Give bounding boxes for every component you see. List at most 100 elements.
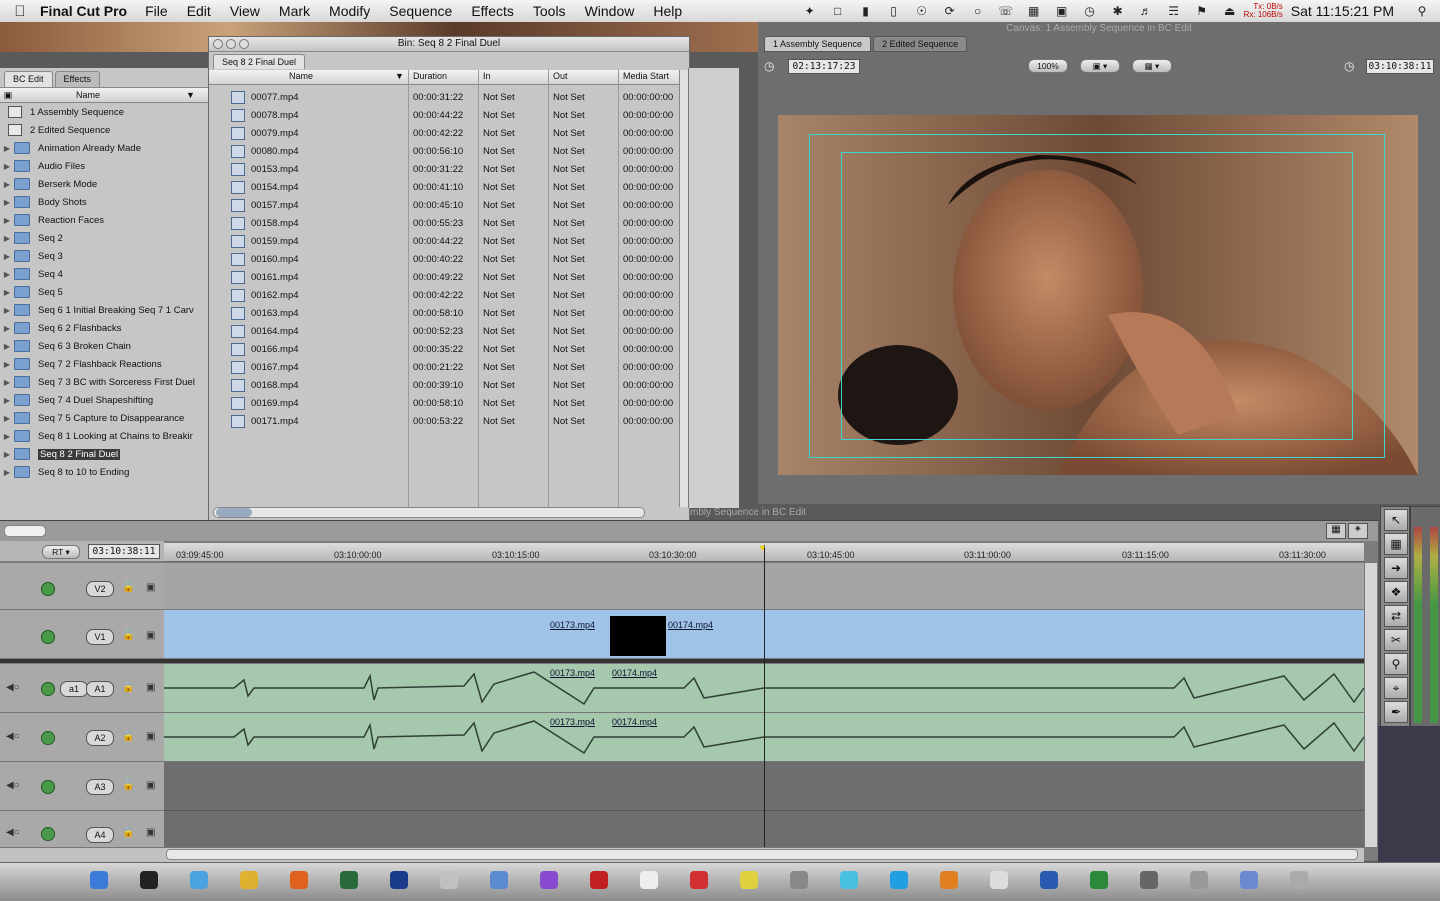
dock-ical-icon[interactable] — [690, 871, 708, 889]
bluetooth-icon[interactable]: ✱ — [1110, 4, 1126, 18]
zoom-popup[interactable]: 100% — [1028, 59, 1068, 73]
menu-sequence[interactable]: Sequence — [389, 3, 452, 19]
bin-row[interactable]: 00161.mp4 00:00:49:22 Not Set Not Set 00:00:… — [209, 268, 679, 286]
track-a3-button[interactable]: A3 — [86, 779, 114, 795]
track-audible-icon[interactable] — [41, 682, 55, 696]
disclosure-triangle-icon[interactable]: ▶ — [0, 342, 14, 351]
bin-row[interactable]: 00166.mp4 00:00:35:22 Not Set Not Set 00:00:… — [209, 340, 679, 358]
disclosure-triangle-icon[interactable]: ▶ — [0, 468, 14, 477]
bin-row[interactable]: 00077.mp4 00:00:31:22 Not Set Not Set 00:00:… — [209, 88, 679, 106]
browser-item[interactable]: ▶ Seq 8 2 Final Duel — [0, 445, 210, 463]
disclosure-triangle-icon[interactable]: ▶ — [0, 180, 14, 189]
app-menu[interactable]: Final Cut Pro — [40, 3, 127, 19]
disclosure-triangle-icon[interactable]: ▶ — [0, 144, 14, 153]
disclosure-triangle-icon[interactable]: ▶ — [0, 198, 14, 207]
browser-item[interactable]: ▶ Seq 7 2 Flashback Reactions — [0, 355, 210, 373]
lock-icon[interactable]: 🔒 — [122, 582, 134, 593]
snapping-icon[interactable]: ▦ — [1326, 523, 1346, 539]
browser-item[interactable]: ▶ Seq 8 to 10 to Ending — [0, 463, 210, 481]
dock-star-icon[interactable] — [740, 871, 758, 889]
browser-item[interactable]: ▶ Seq 6 1 Initial Breaking Seq 7 1 Carv — [0, 301, 210, 319]
spaces-icon[interactable]: ▦ — [1026, 4, 1042, 18]
bin-row[interactable]: 00079.mp4 00:00:42:22 Not Set Not Set 00:00:… — [209, 124, 679, 142]
flag-icon[interactable]: ⚑ — [1194, 4, 1210, 18]
dock-dreamweaver-icon[interactable] — [340, 871, 358, 889]
menu-mark[interactable]: Mark — [279, 3, 310, 19]
dock-folder-icon[interactable] — [1240, 871, 1258, 889]
disclosure-triangle-icon[interactable]: ▶ — [0, 360, 14, 369]
ripple-tool-icon[interactable]: ❖ — [1384, 581, 1408, 603]
lock-icon[interactable]: 🔒 — [122, 630, 134, 641]
browser-item[interactable]: ▶ Seq 6 3 Broken Chain — [0, 337, 210, 355]
dock-firefox-icon[interactable] — [290, 871, 308, 889]
disclosure-triangle-icon[interactable]: ▶ — [0, 396, 14, 405]
sequence-duration[interactable]: 02:13:17:23 — [788, 59, 860, 74]
bin-row[interactable]: 00167.mp4 00:00:21:22 Not Set Not Set 00:00:… — [209, 358, 679, 376]
timeline-scroll-thumb[interactable] — [4, 525, 46, 537]
tab-bc-edit[interactable]: BC Edit — [4, 71, 53, 87]
video-audio-divider[interactable] — [0, 659, 1364, 663]
apple-menu-icon[interactable]:  — [0, 3, 40, 20]
dock-photoshop-icon[interactable] — [390, 871, 408, 889]
linking-icon[interactable]: ✴ — [1348, 523, 1368, 539]
track-audible-icon[interactable] — [41, 731, 55, 745]
dock-skype-icon[interactable] — [890, 871, 908, 889]
auto-select-icon[interactable]: ▣ — [146, 582, 155, 593]
razor-tool-icon[interactable]: ✂ — [1384, 629, 1408, 651]
dock-messages-icon[interactable] — [840, 871, 858, 889]
timeline-timecode[interactable]: 03:10:38:11 — [88, 544, 160, 559]
display-icon[interactable]: ▣ — [1054, 4, 1070, 18]
auto-select-icon[interactable]: ▣ — [146, 780, 155, 791]
clip-label[interactable]: 00173.mp4 — [550, 717, 595, 727]
clip-label[interactable]: 00174.mp4 — [612, 668, 657, 678]
menu-modify[interactable]: Modify — [329, 3, 370, 19]
chat-icon[interactable]: ○ — [970, 4, 986, 18]
browser-item[interactable]: ▶ Seq 4 — [0, 265, 210, 283]
dock-itunes-icon[interactable] — [540, 871, 558, 889]
dock-textedit-icon[interactable] — [990, 871, 1008, 889]
volume-icon[interactable]: ♬ — [1138, 4, 1154, 18]
track-select-tool-icon[interactable]: ➜ — [1384, 557, 1408, 579]
zoom-icon[interactable] — [239, 39, 249, 49]
dock-settings-icon[interactable] — [790, 871, 808, 889]
minimize-icon[interactable] — [226, 39, 236, 49]
col-name[interactable]: Name — [289, 71, 313, 81]
browser-item[interactable]: ▶ Body Shots — [0, 193, 210, 211]
mute-icon[interactable]: ◀○ — [6, 731, 20, 742]
mute-icon[interactable]: ◀○ — [6, 780, 20, 791]
browser-item[interactable]: ▶ Animation Already Made — [0, 139, 210, 157]
col-out[interactable]: Out — [553, 71, 568, 81]
clip-label[interactable]: 00174.mp4 — [612, 717, 657, 727]
selection-tool-icon[interactable]: ↖ — [1384, 509, 1408, 531]
track-v1-button[interactable]: V1 — [86, 629, 114, 645]
dock-chrome-icon[interactable] — [240, 871, 258, 889]
clip-thumbnail[interactable] — [610, 616, 666, 656]
bin-row[interactable]: 00154.mp4 00:00:41:10 Not Set Not Set 00:00:… — [209, 178, 679, 196]
bin-row[interactable]: 00162.mp4 00:00:42:22 Not Set Not Set 00:00:… — [209, 286, 679, 304]
browser-item[interactable]: ▶ Seq 5 — [0, 283, 210, 301]
disclosure-triangle-icon[interactable]: ▶ — [0, 234, 14, 243]
dock-safari-icon[interactable] — [190, 871, 208, 889]
browser-item[interactable]: ▶ Seq 6 2 Flashbacks — [0, 319, 210, 337]
disclosure-triangle-icon[interactable]: ▶ — [0, 306, 14, 315]
bin-row[interactable]: 00153.mp4 00:00:31:22 Not Set Not Set 00:00:… — [209, 160, 679, 178]
mute-icon[interactable]: ◀○ — [6, 682, 20, 693]
view-popup[interactable]: ▣ ▾ — [1080, 59, 1120, 73]
dock-dashboard-icon[interactable] — [140, 871, 158, 889]
browser-item[interactable]: ▶ Seq 7 5 Capture to Disappearance — [0, 409, 210, 427]
source-a1-button[interactable]: a1 — [60, 681, 88, 697]
dock-vlc-icon[interactable] — [940, 871, 958, 889]
col-media-start[interactable]: Media Start — [623, 71, 669, 81]
phone-icon[interactable]: ☏ — [998, 4, 1014, 18]
slip-tool-icon[interactable]: ⇄ — [1384, 605, 1408, 627]
crop-tool-icon[interactable]: ⌖ — [1384, 677, 1408, 699]
disclosure-triangle-icon[interactable]: ▶ — [0, 414, 14, 423]
bin-row[interactable]: 00169.mp4 00:00:58:10 Not Set Not Set 00:00:… — [209, 394, 679, 412]
edit-select-tool-icon[interactable]: ▦ — [1384, 533, 1408, 555]
dock-clock-icon[interactable] — [640, 871, 658, 889]
dock-mail-icon[interactable] — [490, 871, 508, 889]
bin-row[interactable]: 00080.mp4 00:00:56:10 Not Set Not Set 00:00:… — [209, 142, 679, 160]
bin-row[interactable]: 00158.mp4 00:00:55:23 Not Set Not Set 00:00:… — [209, 214, 679, 232]
scroll-thumb[interactable] — [216, 508, 252, 517]
col-in[interactable]: In — [483, 71, 491, 81]
